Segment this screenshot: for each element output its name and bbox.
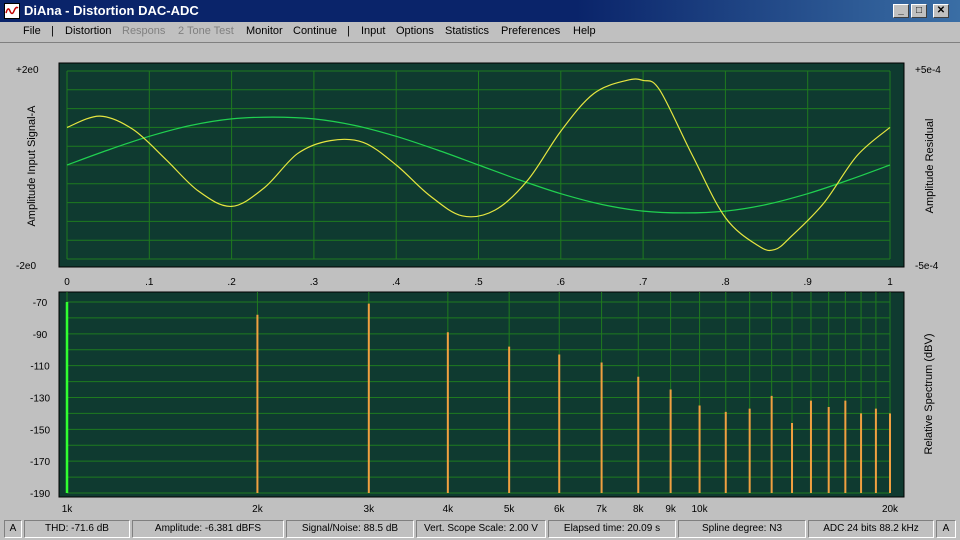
status-channel-left: A <box>4 520 22 538</box>
status-elapsed-time: Elapsed time: 20.09 s <box>548 520 676 538</box>
status-amplitude: Amplitude: -6.381 dBFS <box>132 520 284 538</box>
spectrum-x-tick: 3k <box>364 504 376 515</box>
scope-x-tick: .8 <box>721 277 730 288</box>
spectrum-x-tick: 10k <box>692 504 709 515</box>
status-channel-right: A <box>936 520 956 538</box>
spectrum-y-tick: -110 <box>30 362 50 373</box>
status-thd: THD: -71.6 dB <box>24 520 130 538</box>
spectrum-y-tick: -190 <box>30 489 50 500</box>
spectrum-y-tick: -150 <box>30 425 50 436</box>
spectrum-y-tick: -70 <box>33 298 48 309</box>
status-spline-degree: Spline degree: N3 <box>678 520 806 538</box>
status-bar: A THD: -71.6 dB Amplitude: -6.381 dBFS S… <box>0 518 960 540</box>
spectrum-x-tick: 6k <box>554 504 566 515</box>
scope-x-tick: 0 <box>64 277 70 288</box>
scope-x-tick: .2 <box>227 277 236 288</box>
status-signal-noise: Signal/Noise: 88.5 dB <box>286 520 414 538</box>
spectrum-x-tick: 5k <box>504 504 516 515</box>
spectrum-y-tick: -90 <box>33 330 48 341</box>
spectrum-x-tick: 1k <box>62 504 74 515</box>
status-scope-scale: Vert. Scope Scale: 2.00 V <box>416 520 546 538</box>
scope-x-tick: .9 <box>804 277 813 288</box>
scope-x-tick: .1 <box>145 277 154 288</box>
spectrum-x-tick: 9k <box>665 504 677 515</box>
spectrum-x-tick: 8k <box>633 504 645 515</box>
scope-x-tick: .4 <box>392 277 401 288</box>
status-adc: ADC 24 bits 88.2 kHz <box>808 520 934 538</box>
spectrum-x-tick: 4k <box>443 504 455 515</box>
scope-x-tick: .5 <box>474 277 483 288</box>
spectrum-y-tick: -130 <box>30 394 50 405</box>
spectrum-x-tick: 2k <box>252 504 264 515</box>
scope-x-tick: .6 <box>557 277 566 288</box>
spectrum-x-tick: 20k <box>882 504 899 515</box>
scope-x-tick: .7 <box>639 277 648 288</box>
scope-x-tick: .3 <box>310 277 319 288</box>
scope-plot[interactable]: 0 .1 .2 .3 .4 .5 .6 .7 .8 .9 1 -70 -90 -110 -130 -150 -1… <box>0 0 960 518</box>
spectrum-x-tick: 7k <box>596 504 608 515</box>
scope-x-tick: 1 <box>887 277 893 288</box>
spectrum-y-tick: -170 <box>30 457 50 468</box>
spectrum-background <box>58 291 905 498</box>
